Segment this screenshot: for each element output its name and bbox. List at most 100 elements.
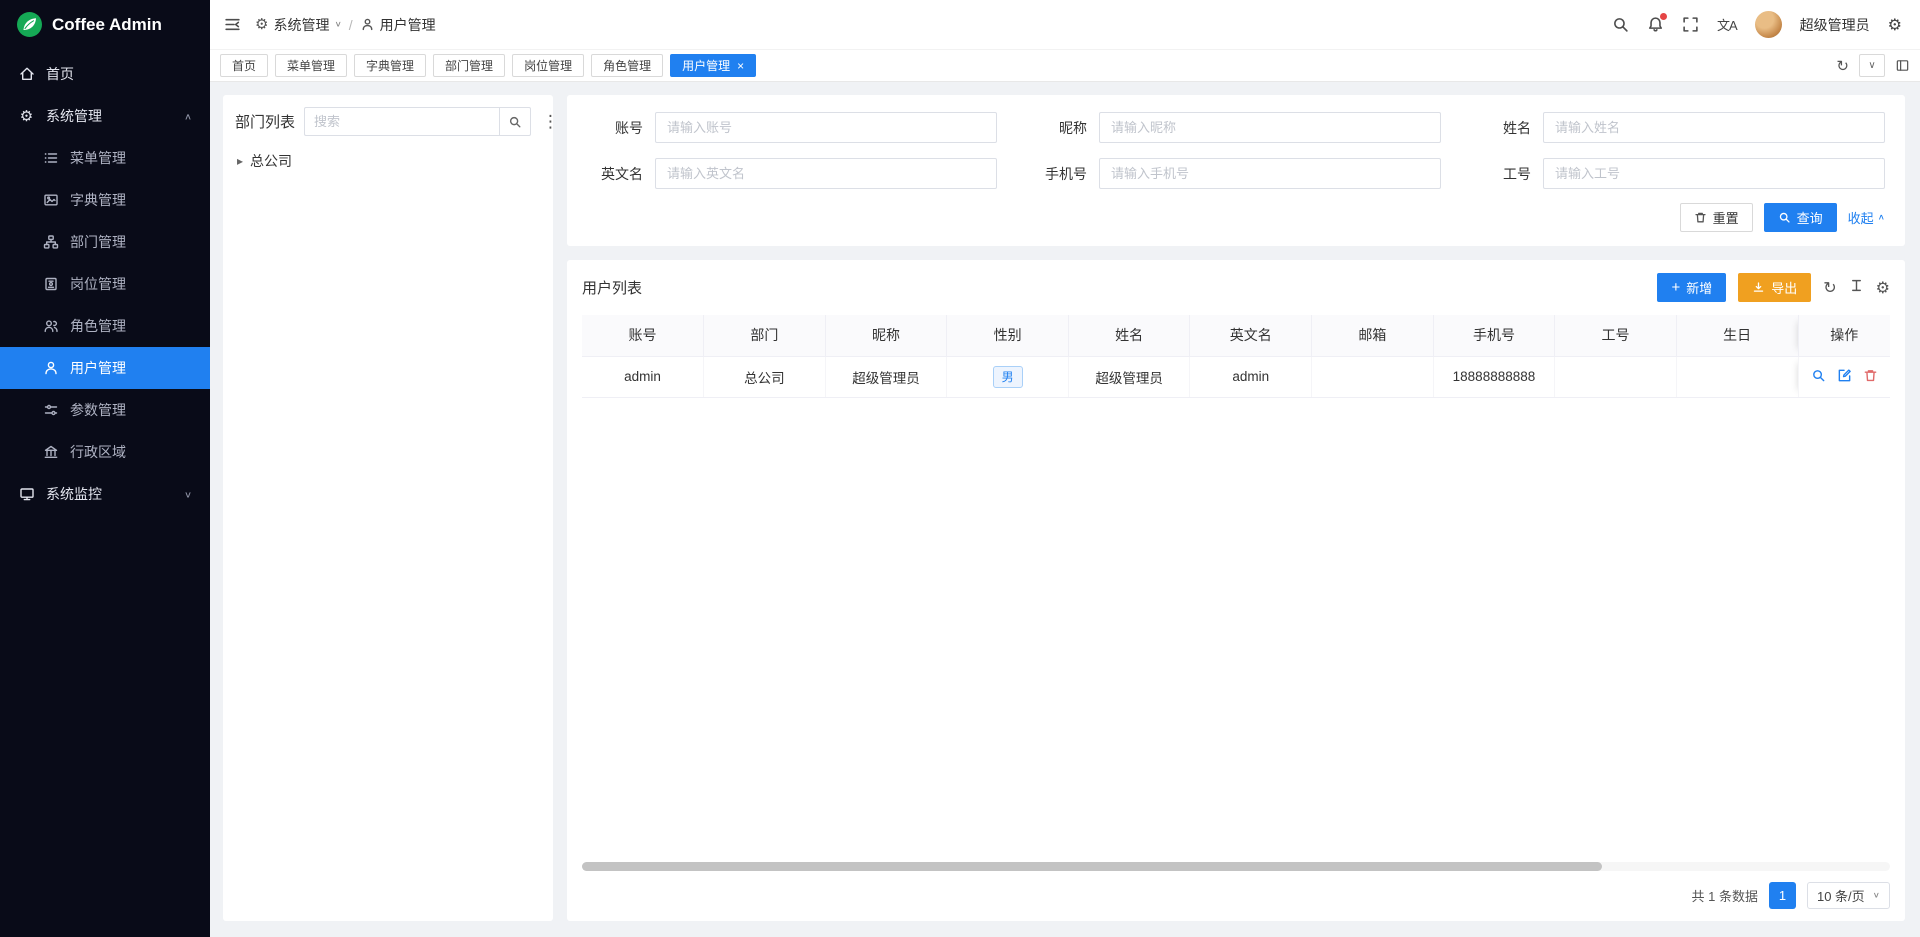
col-name[interactable]: 姓名 bbox=[1068, 315, 1190, 356]
sidebar-item-param-mgmt[interactable]: 参数管理 bbox=[0, 389, 210, 431]
column-settings-gear-icon[interactable]: ⚙ bbox=[1876, 278, 1890, 298]
department-panel-header: 部门列表 ⋮ bbox=[235, 107, 541, 136]
field-label: 账号 bbox=[587, 118, 643, 138]
search-label: 查询 bbox=[1797, 208, 1823, 227]
avatar[interactable] bbox=[1755, 11, 1782, 38]
tab-dept-mgmt[interactable]: 部门管理 bbox=[433, 54, 505, 77]
sidebar-item-menu-mgmt[interactable]: 菜单管理 bbox=[0, 137, 210, 179]
home-icon bbox=[18, 66, 35, 83]
en-name-input[interactable] bbox=[655, 158, 997, 189]
chevron-down-icon: ∨ bbox=[1868, 60, 1875, 71]
reset-button[interactable]: 重置 bbox=[1680, 203, 1753, 232]
col-job-no[interactable]: 工号 bbox=[1555, 315, 1677, 356]
app-root: Coffee Admin 首页 ⚙ 系统管理 ∧ 菜单管理 bbox=[0, 0, 1920, 937]
layout-icon[interactable] bbox=[1895, 58, 1910, 73]
search-icon bbox=[1778, 211, 1791, 224]
breadcrumb-item-system[interactable]: ⚙ 系统管理 ∨ bbox=[255, 15, 342, 35]
col-dept[interactable]: 部门 bbox=[704, 315, 826, 356]
col-birthday[interactable]: 生日 bbox=[1676, 315, 1798, 356]
user-list-title: 用户列表 bbox=[582, 277, 642, 298]
department-panel: 部门列表 ⋮ ▸ 总公司 bbox=[223, 95, 553, 921]
cell-birthday bbox=[1676, 356, 1798, 397]
col-en-name[interactable]: 英文名 bbox=[1190, 315, 1312, 356]
tab-label: 菜单管理 bbox=[287, 57, 335, 74]
col-gender[interactable]: 性别 bbox=[947, 315, 1069, 356]
refresh-icon[interactable]: ↻ bbox=[1836, 57, 1849, 75]
translate-icon[interactable]: 文A bbox=[1717, 15, 1737, 34]
sidebar-menu: 首页 ⚙ 系统管理 ∧ 菜单管理 字典管理 bbox=[0, 49, 210, 937]
tab-user-mgmt[interactable]: 用户管理 × bbox=[670, 54, 756, 77]
density-icon[interactable] bbox=[1849, 278, 1864, 298]
menu-fold-icon[interactable] bbox=[224, 16, 241, 33]
phone-input[interactable] bbox=[1099, 158, 1441, 189]
more-options-icon[interactable]: ⋮ bbox=[540, 112, 561, 132]
sidebar-item-home[interactable]: 首页 bbox=[0, 53, 210, 95]
sidebar-item-post-mgmt[interactable]: 岗位管理 bbox=[0, 263, 210, 305]
nickname-input[interactable] bbox=[1099, 112, 1441, 143]
sidebar-item-role-mgmt[interactable]: 角色管理 bbox=[0, 305, 210, 347]
notification-bell-icon[interactable] bbox=[1647, 16, 1664, 33]
col-email[interactable]: 邮箱 bbox=[1312, 315, 1434, 356]
person-icon bbox=[360, 17, 375, 32]
content: 部门列表 ⋮ ▸ 总公司 bbox=[210, 82, 1920, 937]
search-button[interactable]: 查询 bbox=[1764, 203, 1837, 232]
field-label: 昵称 bbox=[1031, 118, 1087, 138]
page-size-select[interactable]: 10 条/页 ∨ bbox=[1807, 882, 1890, 909]
department-search-button[interactable] bbox=[499, 107, 531, 136]
refresh-icon[interactable]: ↻ bbox=[1823, 278, 1836, 298]
sidebar-item-label: 行政区域 bbox=[70, 442, 126, 462]
sidebar-item-dept-mgmt[interactable]: 部门管理 bbox=[0, 221, 210, 263]
caret-right-icon[interactable]: ▸ bbox=[237, 154, 243, 168]
gear-icon: ⚙ bbox=[255, 17, 268, 32]
view-icon[interactable] bbox=[1811, 368, 1826, 383]
export-button[interactable]: 导出 bbox=[1738, 273, 1811, 302]
fullscreen-icon[interactable] bbox=[1682, 16, 1699, 33]
job-no-input[interactable] bbox=[1543, 158, 1885, 189]
badge-icon bbox=[42, 276, 59, 293]
col-nickname[interactable]: 昵称 bbox=[825, 315, 947, 356]
export-label: 导出 bbox=[1771, 278, 1797, 297]
current-user-name[interactable]: 超级管理员 bbox=[1800, 15, 1870, 35]
col-account[interactable]: 账号 bbox=[582, 315, 704, 356]
name-input[interactable] bbox=[1543, 112, 1885, 143]
sidebar-group-system-monitor[interactable]: 系统监控 ∨ bbox=[0, 473, 210, 515]
person-icon bbox=[42, 360, 59, 377]
right-column: 账号 昵称 姓名 英文名 bbox=[567, 95, 1905, 921]
edit-icon[interactable] bbox=[1837, 368, 1852, 383]
sidebar-submenu: 菜单管理 字典管理 部门管理 bbox=[0, 137, 210, 473]
add-user-button[interactable]: + 新增 bbox=[1657, 273, 1726, 302]
chevron-up-icon: ∧ bbox=[1878, 213, 1885, 222]
tab-dict-mgmt[interactable]: 字典管理 bbox=[354, 54, 426, 77]
tab-close-icon[interactable]: × bbox=[737, 60, 744, 72]
tab-role-mgmt[interactable]: 角色管理 bbox=[591, 54, 663, 77]
table-empty-area bbox=[582, 398, 1890, 857]
collapse-filter-link[interactable]: 收起 ∧ bbox=[1848, 208, 1885, 227]
sidebar-item-user-mgmt[interactable]: 用户管理 bbox=[0, 347, 210, 389]
search-icon[interactable] bbox=[1612, 16, 1629, 33]
page-button-1[interactable]: 1 bbox=[1769, 882, 1796, 909]
horizontal-scrollbar[interactable] bbox=[582, 862, 1890, 871]
reset-label: 重置 bbox=[1713, 208, 1739, 227]
scrollbar-thumb[interactable] bbox=[582, 862, 1602, 871]
sidebar-item-dict-mgmt[interactable]: 字典管理 bbox=[0, 179, 210, 221]
settings-gear-icon[interactable]: ⚙ bbox=[1888, 15, 1902, 35]
tree-node-root[interactable]: ▸ 总公司 bbox=[235, 148, 541, 174]
delete-icon[interactable] bbox=[1863, 368, 1878, 383]
account-input[interactable] bbox=[655, 112, 997, 143]
sidebar-item-region[interactable]: 行政区域 bbox=[0, 431, 210, 473]
tab-home[interactable]: 首页 bbox=[220, 54, 268, 77]
col-phone[interactable]: 手机号 bbox=[1433, 315, 1555, 356]
department-search-input[interactable] bbox=[304, 107, 499, 136]
tab-menu-mgmt[interactable]: 菜单管理 bbox=[275, 54, 347, 77]
search-icon bbox=[508, 115, 522, 129]
tab-dropdown-button[interactable]: ∨ bbox=[1859, 54, 1885, 77]
breadcrumb-item-user[interactable]: 用户管理 bbox=[360, 15, 436, 35]
table-row[interactable]: admin 总公司 超级管理员 男 超级管理员 admin 1888888888… bbox=[582, 356, 1890, 397]
sidebar-group-system-mgmt[interactable]: ⚙ 系统管理 ∧ bbox=[0, 95, 210, 137]
sidebar-item-label: 岗位管理 bbox=[70, 274, 126, 294]
collapse-label: 收起 bbox=[1848, 208, 1874, 227]
tab-post-mgmt[interactable]: 岗位管理 bbox=[512, 54, 584, 77]
cell-phone: 18888888888 bbox=[1433, 356, 1555, 397]
leaf-logo-icon bbox=[16, 11, 43, 38]
sidebar-item-label: 用户管理 bbox=[70, 358, 126, 378]
